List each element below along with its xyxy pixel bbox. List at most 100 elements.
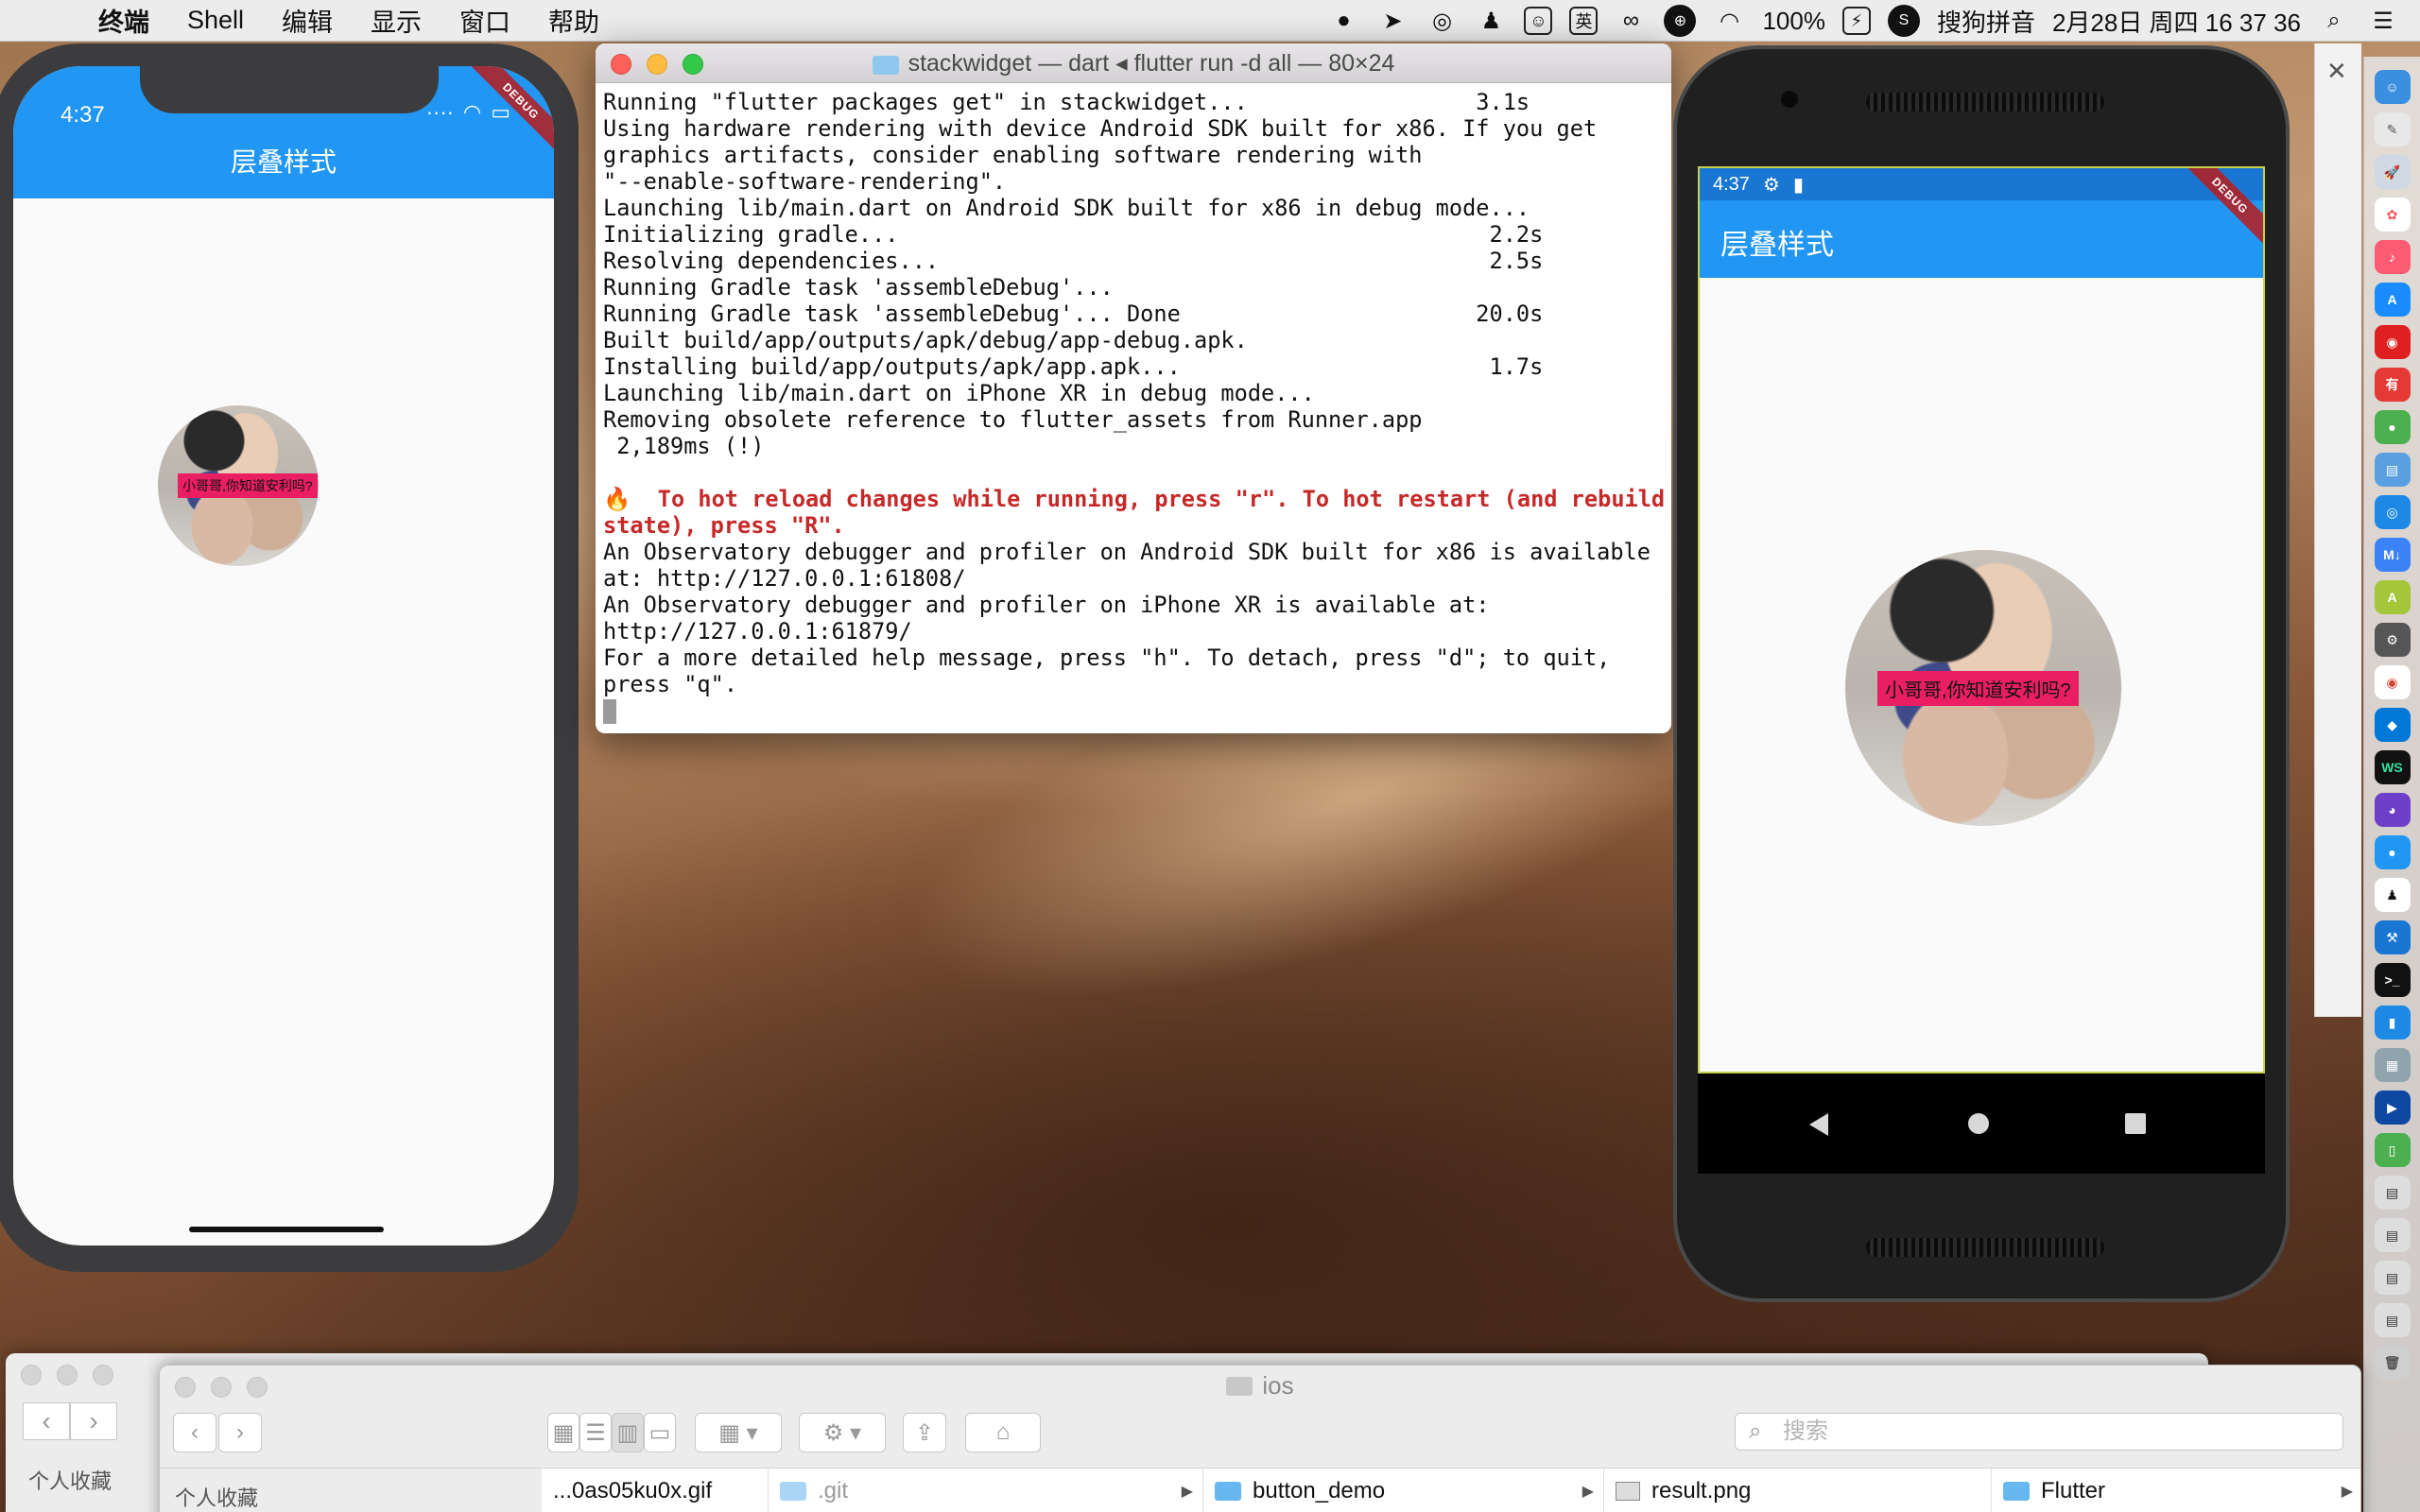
script-editor-icon[interactable]: ✎ [2374, 112, 2411, 146]
image-app-icon[interactable]: ▦ [2374, 1048, 2411, 1082]
file-item[interactable]: ...0as05ku0x.gif [542, 1476, 768, 1506]
xcode-icon[interactable]: ⚒ [2374, 920, 2411, 954]
nav-buttons: ‹ › [23, 1402, 117, 1440]
chevron-right-icon: ▶ [2341, 1484, 2353, 1500]
simulator-icon[interactable]: ▮ [2374, 1005, 2411, 1040]
qq-icon[interactable]: ♟ [2374, 878, 2411, 912]
menu-view[interactable]: 显示 [371, 2, 422, 39]
forward-button[interactable]: › [70, 1402, 117, 1440]
search-icon: ⌕ [1749, 1418, 1762, 1444]
chrome-icon[interactable]: ◉ [2374, 665, 2411, 699]
top-speaker [1866, 93, 2104, 112]
terminal-output[interactable]: Running "flutter packages get" in stackw… [596, 83, 1671, 730]
observatory-url[interactable]: at: http://127.0.0.1:61808/ [603, 565, 1664, 592]
status-area: ● ➤ ◎ ♟ ☺ 英 ∞ ⊕ ◠ 100% ⚡ S 搜狗拼音 2月28日 周四… [1327, 0, 2399, 42]
file-name: button_demo [1253, 1478, 1386, 1503]
menu-shell[interactable]: Shell [187, 6, 244, 35]
webstorm-icon[interactable]: WS [2374, 750, 2411, 784]
wechat-icon[interactable]: ● [1327, 5, 1359, 37]
menu-window[interactable]: 窗口 [459, 2, 510, 39]
notes-icon[interactable]: ▯ [2374, 1133, 2411, 1167]
battery-icon[interactable]: ⚡ [1841, 7, 1871, 35]
document-icon[interactable]: ▤ [2374, 1218, 2411, 1252]
document-icon[interactable]: ▤ [2374, 1176, 2411, 1210]
icon-view-icon[interactable]: ▦ [547, 1413, 579, 1452]
app-store-icon[interactable]: A [2374, 283, 2411, 317]
notification-center-icon[interactable]: ☰ [2367, 5, 2399, 37]
back-button[interactable]: ‹ [173, 1413, 216, 1452]
ime-label[interactable]: 搜狗拼音 [1937, 4, 2035, 39]
search-input[interactable]: ⌕ 搜索 [1735, 1413, 2343, 1451]
wifi-icon[interactable]: ◠ [1713, 5, 1745, 37]
share-icon[interactable]: ⇪ [903, 1413, 946, 1452]
downloads-icon[interactable]: ▤ [2374, 1303, 2411, 1337]
terminal-line: For a more detailed help message, press … [603, 644, 1611, 671]
folder-item[interactable]: .git ▶ [769, 1476, 1202, 1506]
tag-icon[interactable]: ⌂ [965, 1413, 1041, 1452]
gallery-view-icon[interactable]: ▭ [644, 1413, 676, 1452]
app-round-icon[interactable]: ⊕ [1664, 5, 1697, 37]
close-button[interactable] [611, 54, 631, 75]
minimize-button[interactable] [57, 1365, 78, 1385]
location-app-icon[interactable]: ● [2374, 835, 2411, 869]
safari-icon[interactable]: ◎ [2374, 495, 2411, 529]
zoom-button[interactable] [93, 1365, 113, 1385]
forward-button[interactable]: › [218, 1413, 262, 1452]
markdown-icon[interactable]: M↓ [2374, 538, 2411, 572]
scan-icon[interactable]: ◎ [1426, 5, 1458, 37]
minimize-button[interactable] [647, 54, 667, 75]
finder-column: .git ▶ [769, 1469, 1203, 1512]
observatory-url[interactable]: http://127.0.0.1:61879/ [603, 618, 1664, 644]
menu-edit[interactable]: 编辑 [282, 2, 333, 39]
file-name: Flutter [2041, 1478, 2106, 1503]
clock[interactable]: 2月28日 周四 16 37 36 [2052, 4, 2301, 39]
group-by-icon[interactable]: ▦ ▾ [695, 1413, 782, 1452]
file-item[interactable]: result.png [1604, 1476, 1991, 1506]
creative-cloud-icon[interactable]: ∞ [1615, 5, 1647, 37]
ime-lang-icon[interactable]: 英 [1569, 7, 1599, 35]
preview-icon[interactable]: ▤ [2374, 453, 2411, 487]
photos-icon[interactable]: ✿ [2374, 198, 2411, 232]
sogou-icon[interactable]: S [1887, 5, 1920, 37]
android-studio-icon[interactable]: A [2374, 580, 2411, 614]
terminal-icon[interactable]: >_ [2374, 963, 2411, 997]
back-icon[interactable] [1809, 1113, 1828, 1136]
close-icon[interactable]: ✕ [2326, 57, 2347, 86]
youdao-icon[interactable]: 有 [2374, 368, 2411, 402]
menu-help[interactable]: 帮助 [548, 2, 599, 39]
list-view-icon[interactable]: ☰ [579, 1413, 612, 1452]
smiley-icon[interactable]: ☺ [1524, 7, 1553, 35]
front-camera [1781, 91, 1798, 108]
finder-icon[interactable]: ☺ [2374, 70, 2411, 104]
home-icon[interactable] [1968, 1113, 1989, 1134]
system-preferences-icon[interactable]: ⚙ [2374, 623, 2411, 657]
action-gear-icon[interactable]: ⚙ ▾ [799, 1413, 886, 1452]
launchpad-icon[interactable]: 🚀 [2374, 155, 2411, 189]
close-button[interactable] [21, 1365, 42, 1385]
github-desktop-icon[interactable]: ◕ [2374, 793, 2411, 827]
trash-icon[interactable]: 🗑 [2374, 1346, 2411, 1380]
folder-item[interactable]: button_demo ▶ [1203, 1476, 1603, 1506]
send-icon[interactable]: ➤ [1376, 5, 1409, 37]
red-app-icon[interactable]: ◉ [2374, 325, 2411, 359]
terminal-titlebar[interactable]: stackwidget — dart ◂ flutter run -d all … [596, 43, 1671, 83]
column-view-icon[interactable]: ▥ [612, 1413, 644, 1452]
quicktime-icon[interactable]: ▶ [2374, 1091, 2411, 1125]
android-status-bar: 4:37 ⚙ ▮ [1700, 168, 2263, 200]
terminal-line: graphics artifacts, consider enabling so… [603, 142, 1423, 168]
qq-icon[interactable]: ♟ [1475, 5, 1507, 37]
chevron-right-icon: ▶ [1181, 1484, 1193, 1500]
zoom-button[interactable] [683, 54, 703, 75]
document-icon[interactable]: ▤ [2374, 1261, 2411, 1295]
music-icon[interactable]: ♪ [2374, 240, 2411, 274]
vscode-icon[interactable]: ◆ [2374, 708, 2411, 742]
back-button[interactable]: ‹ [23, 1402, 70, 1440]
terminal-line: An Observatory debugger and profiler on … [603, 592, 1490, 618]
home-indicator[interactable] [189, 1227, 384, 1232]
menu-terminal[interactable]: 终端 [98, 2, 149, 39]
spotlight-search-icon[interactable]: ⌕ [2318, 5, 2350, 37]
folder-icon [1226, 1377, 1253, 1396]
wechat-icon[interactable]: ● [2374, 410, 2411, 444]
folder-item[interactable]: Flutter ▶ [1992, 1476, 2362, 1506]
recent-apps-icon[interactable] [2125, 1113, 2146, 1134]
